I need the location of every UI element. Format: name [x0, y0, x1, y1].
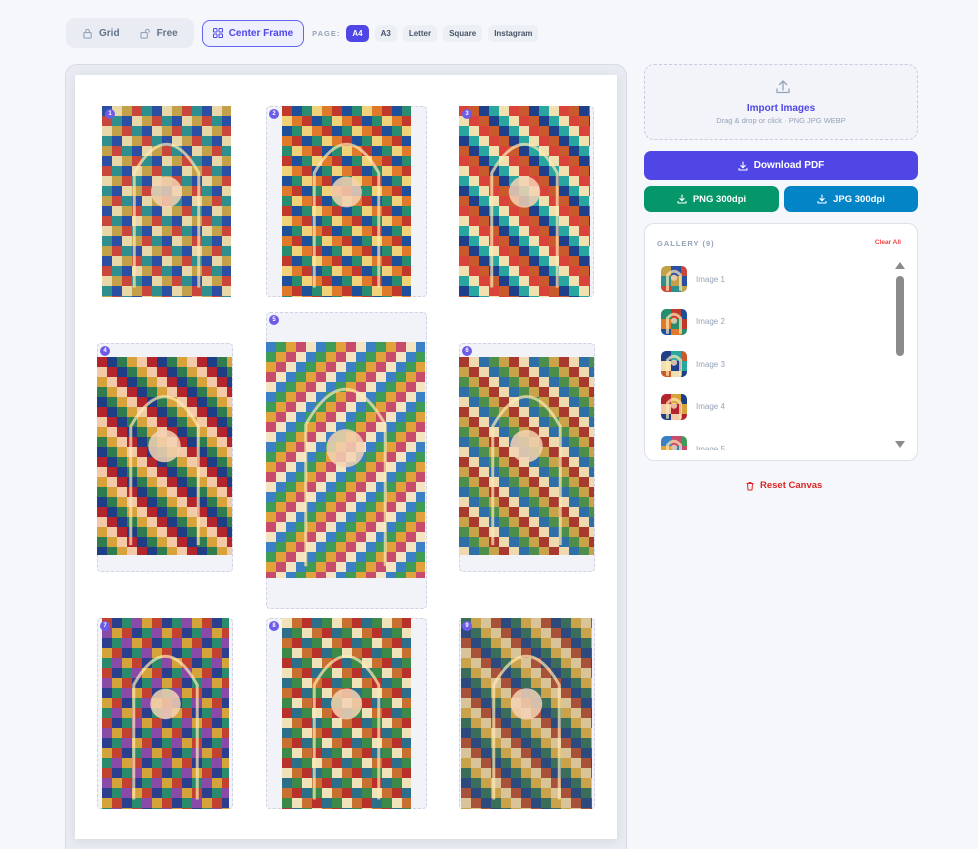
- gallery-item-name: Image 5: [696, 444, 725, 451]
- grid-mode-label: Grid: [99, 27, 120, 39]
- download-icon: [817, 194, 827, 204]
- gallery-item[interactable]: Image 1: [661, 264, 725, 294]
- gallery-item[interactable]: Image 4: [661, 392, 725, 422]
- lock-icon: [83, 28, 92, 39]
- page-size-a3[interactable]: A3: [374, 24, 397, 42]
- gallery-list: Image 1 Image 2 Image 3 Image 4 Image 5: [657, 260, 887, 450]
- scroll-down-arrow-icon[interactable]: [895, 441, 905, 448]
- download-jpg-label: JPG 300dpi: [833, 193, 885, 205]
- frame-number-badge: 8: [269, 621, 279, 631]
- trash-icon: [746, 481, 754, 490]
- gallery-item[interactable]: Image 2: [661, 307, 725, 337]
- center-frame-label: Center Frame: [228, 27, 294, 39]
- artwork-image[interactable]: [459, 357, 594, 555]
- gallery-thumbnail: [661, 351, 687, 377]
- gallery-item-name: Image 4: [696, 402, 725, 411]
- page-size-instagram[interactable]: Instagram: [488, 24, 539, 42]
- gallery-item-name: Image 1: [696, 274, 725, 284]
- import-dropzone[interactable]: Import Images Drag & drop or click · PNG…: [644, 64, 918, 140]
- page-size-options: A4 A3 Letter Square Instagram: [340, 24, 539, 42]
- artwork-image[interactable]: [97, 357, 232, 555]
- download-pdf-label: Download PDF: [753, 160, 825, 171]
- gallery-item[interactable]: Image 3: [661, 349, 725, 379]
- gallery-scrollbar[interactable]: [895, 260, 905, 450]
- gallery-panel: GALLERY (9) Clear All Image 1 Image 2 Imag…: [644, 223, 918, 461]
- download-png-label: PNG 300dpi: [692, 193, 747, 205]
- import-subtitle: Drag & drop or click · PNG JPG WEBP: [716, 116, 846, 125]
- artwork-image[interactable]: [282, 618, 411, 809]
- page-canvas[interactable]: 1 2 3 4 5 6 7 8 9: [75, 75, 617, 839]
- download-pdf-button[interactable]: Download PDF: [644, 151, 918, 180]
- layout-mode-toggle: Grid Free: [66, 18, 194, 48]
- grid-icon: [212, 28, 223, 38]
- import-title: Import Images: [746, 103, 816, 114]
- frame-number-badge: 5: [269, 315, 279, 325]
- page-size-letter[interactable]: Letter: [402, 24, 438, 42]
- artwork-image[interactable]: [266, 342, 425, 578]
- download-icon: [738, 160, 748, 171]
- artwork-image[interactable]: [102, 618, 229, 809]
- download-png-button[interactable]: PNG 300dpi: [644, 186, 779, 212]
- unlock-icon: [139, 28, 150, 39]
- scrollbar-thumb[interactable]: [896, 276, 904, 356]
- gallery-thumbnail: [661, 393, 687, 420]
- frame-number-badge: 4: [100, 346, 110, 356]
- gallery-thumbnail: [661, 436, 687, 450]
- reset-canvas-button[interactable]: Reset Canvas: [745, 480, 822, 491]
- artwork-image[interactable]: [461, 618, 592, 809]
- toolbar: Grid Free Center Frame PAGE: A4 A3 Letter S…: [66, 18, 539, 48]
- download-icon: [677, 194, 687, 204]
- gallery-item-name: Image 3: [696, 359, 725, 369]
- grid-mode-button[interactable]: Grid: [72, 18, 130, 48]
- download-jpg-button[interactable]: JPG 300dpi: [784, 186, 918, 212]
- page-size-label: PAGE:: [312, 28, 341, 38]
- artwork-image[interactable]: [282, 106, 411, 297]
- gallery-thumbnail: [661, 266, 687, 292]
- page-size-square[interactable]: Square: [443, 24, 483, 42]
- page-size-a4[interactable]: A4: [346, 24, 369, 42]
- gallery-item-name: Image 2: [696, 317, 725, 326]
- frame-number-badge: 6: [462, 346, 472, 356]
- scroll-up-arrow-icon[interactable]: [895, 262, 905, 269]
- gallery-title: GALLERY (9): [657, 239, 715, 248]
- free-mode-button[interactable]: Free: [130, 18, 188, 48]
- gallery-item[interactable]: Image 5: [661, 434, 725, 450]
- center-frame-button[interactable]: Center Frame: [201, 19, 305, 47]
- frame-number-badge: 7: [100, 621, 110, 631]
- artwork-image[interactable]: [459, 106, 590, 297]
- clear-all-button[interactable]: Clear All: [875, 239, 901, 246]
- upload-icon: [776, 80, 790, 94]
- artwork-image[interactable]: [102, 106, 231, 297]
- frame-number-badge: 3: [462, 109, 472, 119]
- reset-canvas-label: Reset Canvas: [760, 480, 823, 491]
- free-mode-label: Free: [156, 27, 178, 39]
- frame-number-badge: 1: [105, 109, 115, 119]
- frame-number-badge: 9: [462, 621, 472, 631]
- frame-number-badge: 2: [269, 109, 279, 119]
- gallery-thumbnail: [661, 308, 687, 335]
